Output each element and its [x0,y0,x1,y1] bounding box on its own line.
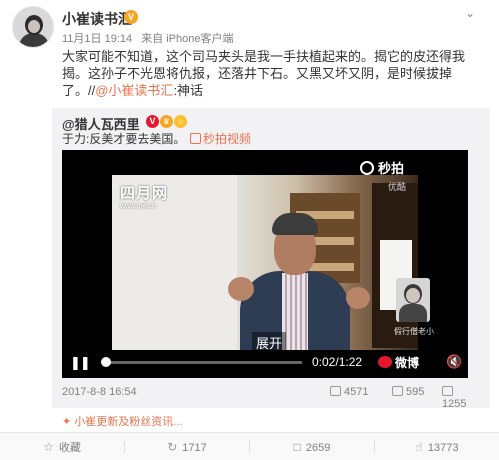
watermark-url: www.m4.cn [120,203,156,210]
miaopai-label: 秒拍 [378,161,405,176]
youku-watermark: 优酷 [388,182,407,192]
repost-icon: ↻ [167,440,178,454]
star-icon: ✦ [62,416,72,428]
video-link-label: 秒拍视频 [203,132,252,146]
post-date[interactable]: 11月1日 19:14 [62,33,132,45]
video-time: 0:02/1:22 [312,355,363,369]
mute-icon[interactable]: 🔇 [446,354,462,370]
repost-button-count: 1717 [182,442,207,454]
watermark-caption: 假行僧老小 [394,327,434,336]
like-button-count: 13773 [427,442,459,454]
watermark-avatar [396,278,430,322]
video-controls: ❚❚ 0:02/1:22 微博 🔇 [62,346,468,378]
author-avatar[interactable] [12,6,54,48]
favorite-button[interactable]: ☆ 收藏 [0,433,124,460]
miaopai-logo: 秒拍 [360,158,404,177]
camera-icon [360,161,374,175]
mention-link[interactable]: @小崔读书汇 [95,83,173,98]
comment-button[interactable]: □ 2659 [250,433,374,460]
like-count[interactable]: 1255 [442,386,480,410]
crown-badge-icon: ♛ [160,115,173,128]
fan-news-label: 小崔更新及粉丝资讯... [74,416,183,428]
repost-button[interactable]: ↻ 1717 [125,433,249,460]
post-content: 大家可能不知道，这个司马夹头是我一手扶植起来的。揭它的皮还得我揭。这孙子不光恩将… [62,48,482,99]
weibo-logo: 微博 [378,354,419,371]
post-meta: 11月1日 19:14 来自 iPhone客户端 [62,30,240,46]
weibo-label: 微博 [395,356,420,370]
watermark-name: 四月网 [120,185,169,202]
post-text-tail: :神话 [173,83,204,98]
thumbs-up-icon: ☝ [415,440,423,454]
repost-count-value: 4571 [344,386,369,398]
repost-text: 于力:反美才要去美国。 [62,132,186,146]
like-count-value: 1255 [442,398,467,410]
pause-icon[interactable]: ❚❚ [70,355,91,371]
repost-date[interactable]: 2017-8-8 16:54 [62,386,137,398]
action-bar: ☆ 收藏 ↻ 1717 □ 2659 ☝ 13773 [0,432,499,460]
author-name[interactable]: 小崔读书汇 [62,9,132,29]
chevron-down-icon[interactable]: ⌄ [465,6,475,20]
comment-count-value: 595 [406,386,425,398]
progress-knob[interactable] [101,357,111,367]
watermark-logo: 四月网 www.m4.cn [120,182,168,210]
weibo-icon [378,356,392,368]
video-speaker [228,213,370,350]
fan-news-link[interactable]: ✦ 小崔更新及粉丝资讯... [62,413,182,429]
weibo-card: 小崔读书汇 V ⌄ 11月1日 19:14 来自 iPhone客户端 大家可能不… [0,0,499,460]
favorite-label: 收藏 [58,442,81,454]
video-player[interactable]: 四月网 www.m4.cn 秒拍 优酷 展开 假行僧老小 ❚❚ 0:02/1:2… [62,150,468,378]
star-badge-icon: ☆ [174,115,187,128]
video-link-icon [190,133,201,144]
comment-icon: □ [293,440,301,454]
verified-badge-icon: V [146,115,159,128]
repost-icon [330,386,341,396]
comment-button-count: 2659 [305,442,331,454]
like-icon [442,386,453,396]
progress-track[interactable] [102,361,302,364]
like-button[interactable]: ☝ 13773 [375,433,499,460]
comment-icon [392,386,403,396]
star-outline-icon: ☆ [43,440,54,454]
repost-count[interactable]: 4571 [330,386,368,398]
vip-badge-icon: V [124,10,138,24]
post-source: 来自 iPhone客户端 [141,33,234,45]
comment-count[interactable]: 595 [392,386,424,398]
video-link[interactable]: 秒拍视频 [190,130,251,147]
repost-box: @猎人瓦西里 V ♛ ☆ 于力:反美才要去美国。 秒拍视频 四月网 www.m4… [52,108,490,410]
